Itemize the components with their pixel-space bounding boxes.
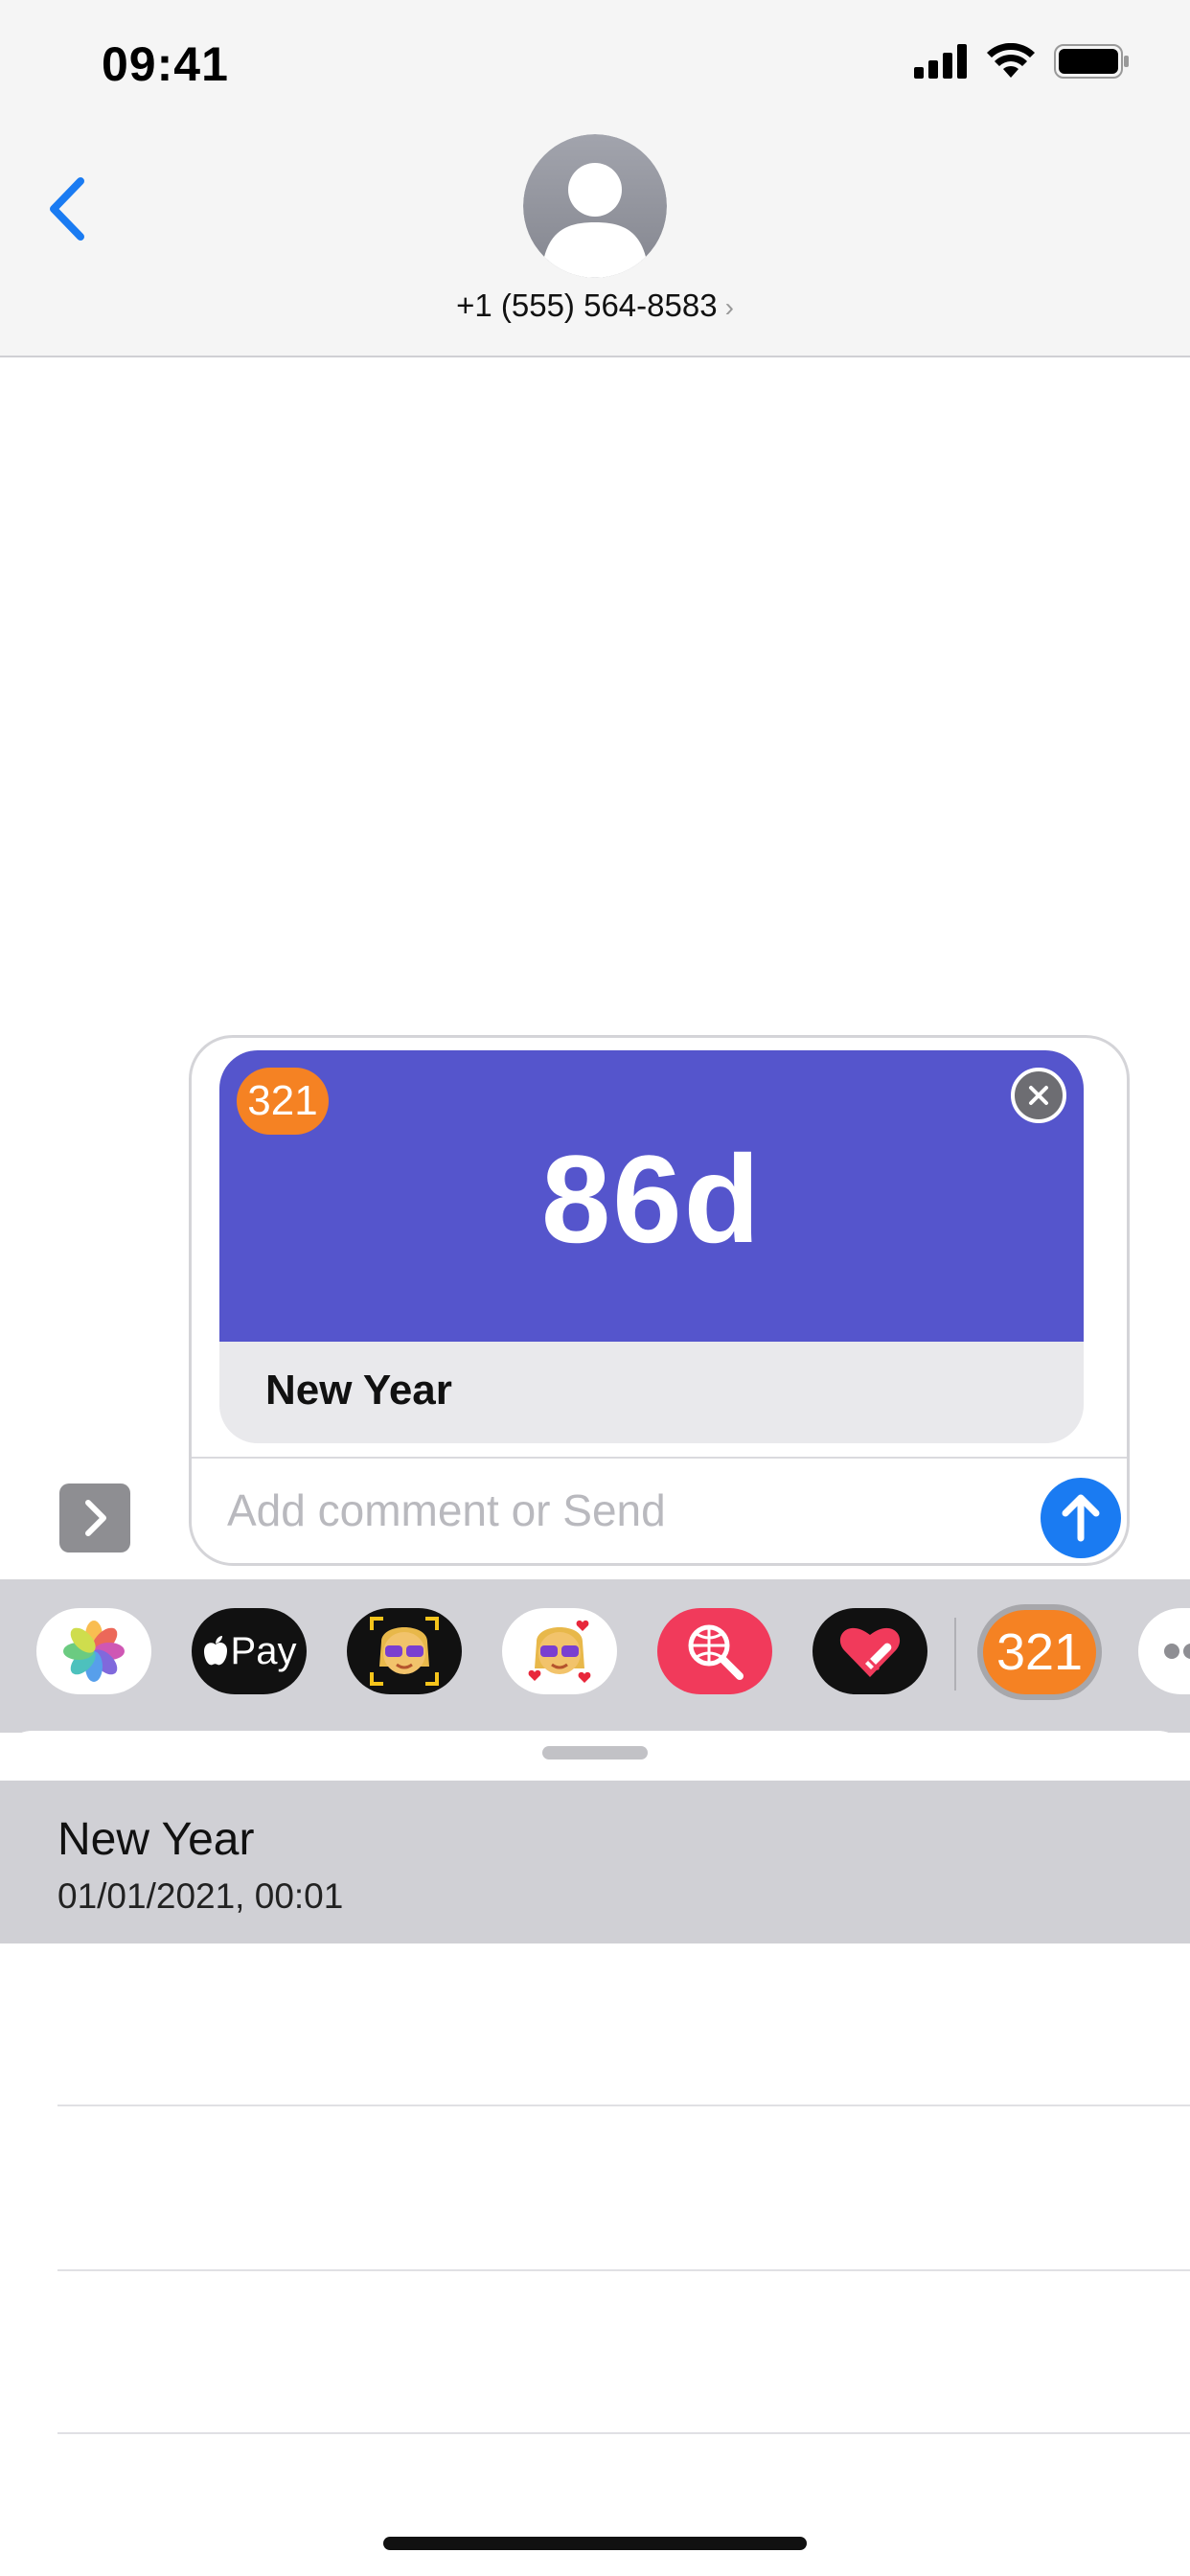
apple-pay-label: Pay: [230, 1629, 297, 1672]
contact-avatar[interactable]: [523, 134, 667, 278]
countdown-message-preview[interactable]: 321 86d New Year: [219, 1050, 1084, 1443]
apple-logo-icon: [203, 1636, 227, 1666]
drawer-separator: [954, 1618, 956, 1690]
status-time: 09:41: [102, 37, 229, 91]
photos-app-icon[interactable]: [36, 1608, 151, 1694]
person-icon: [523, 134, 667, 278]
digital-touch-app-icon[interactable]: [812, 1608, 927, 1694]
apple-pay-app-icon[interactable]: Pay: [192, 1608, 307, 1694]
comment-input[interactable]: [225, 1481, 1015, 1540]
compose-divider: [192, 1457, 1127, 1459]
list-separator: [57, 2432, 1190, 2434]
memoji-app-icon[interactable]: [347, 1608, 462, 1694]
wifi-icon: [987, 42, 1035, 84]
event-row-title: New Year: [57, 1814, 255, 1865]
event-row-date: 01/01/2021, 00:01: [57, 1876, 344, 1916]
home-indicator[interactable]: [383, 2537, 807, 2550]
globe-search-icon: [688, 1624, 744, 1680]
contact-number: +1 (555) 564-8583: [456, 288, 718, 323]
close-icon: [1029, 1086, 1048, 1105]
countdown-321-app-icon[interactable]: 321: [977, 1604, 1102, 1700]
chevron-right-icon: [85, 1500, 106, 1536]
memoji-sticker-icon: [528, 1620, 591, 1683]
back-button[interactable]: [38, 171, 96, 247]
countdown-events-sheet: New Year 01/01/2021, 00:01: [0, 1731, 1190, 2576]
chevron-right-icon: ›: [724, 292, 734, 322]
event-list-item[interactable]: New Year 01/01/2021, 00:01: [0, 1781, 1190, 1944]
photos-flower-icon: [63, 1621, 125, 1682]
chevron-left-icon: [50, 177, 84, 241]
cellular-signal-icon: [914, 43, 968, 83]
images-search-app-icon[interactable]: [657, 1608, 772, 1694]
heart-touch-icon: [839, 1627, 901, 1677]
status-icons: [914, 42, 1131, 85]
event-title: New Year: [265, 1367, 452, 1414]
battery-icon: [1054, 42, 1131, 85]
list-separator: [57, 2269, 1190, 2271]
contact-name-button[interactable]: +1 (555) 564-8583 ›: [0, 288, 1190, 324]
countdown-app-badge: 321: [237, 1068, 329, 1135]
memoji-stickers-app-icon[interactable]: [502, 1608, 617, 1694]
arrow-up-icon: [1062, 1494, 1100, 1542]
send-button[interactable]: [1041, 1478, 1121, 1558]
remove-attachment-button[interactable]: [1011, 1068, 1066, 1123]
list-separator: [57, 2104, 1190, 2106]
ellipsis-icon: [1164, 1644, 1190, 1659]
memoji-face-icon: [370, 1617, 439, 1686]
countdown-value: 86d: [540, 1129, 762, 1269]
countdown-banner: 321 86d: [219, 1050, 1084, 1342]
more-apps-icon[interactable]: [1138, 1608, 1190, 1694]
app-drawer: Pay 321: [0, 1579, 1190, 1733]
expand-apps-button[interactable]: [59, 1484, 130, 1552]
sheet-grabber-handle[interactable]: [542, 1746, 648, 1760]
